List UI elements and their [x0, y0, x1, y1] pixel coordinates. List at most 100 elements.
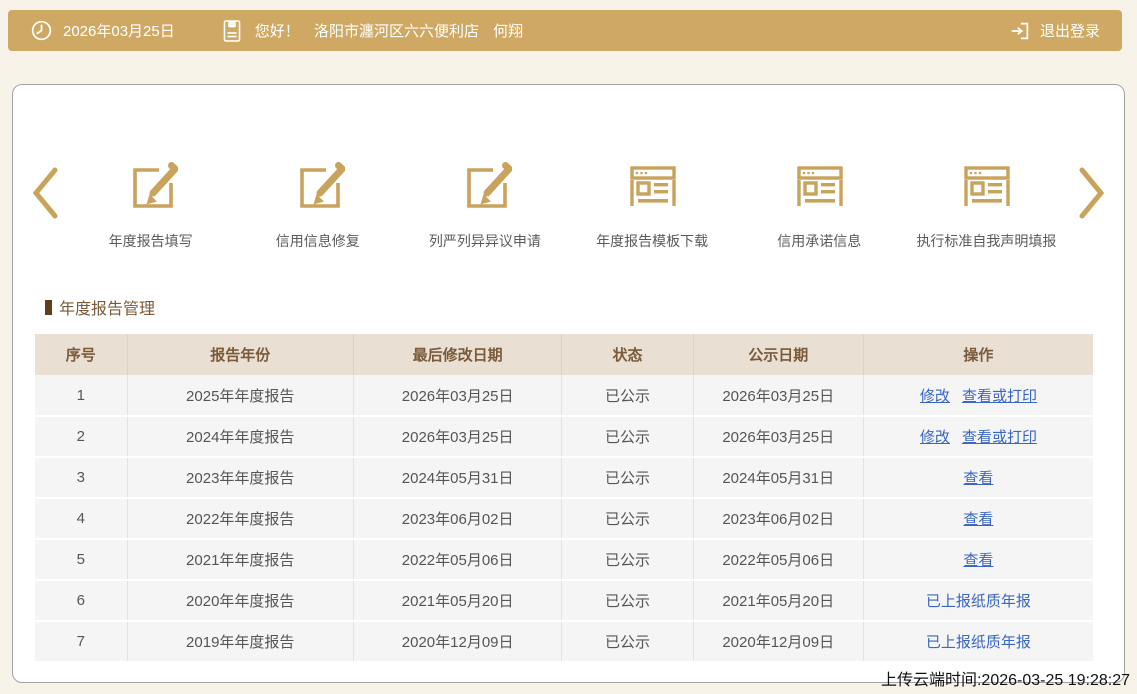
paper-report-note: 已上报纸质年报: [926, 593, 1031, 610]
table-row: 1 2025年年度报告 2026年03月25日 已公示 2026年03月25日 …: [35, 375, 1093, 416]
section-title: 年度报告管理: [45, 295, 1124, 319]
section-title-text: 年度报告管理: [59, 295, 155, 319]
view-link[interactable]: 查看: [963, 511, 993, 528]
logout-icon: [1009, 20, 1031, 42]
cell-published: 2020年12月09日: [693, 621, 863, 662]
header-published: 公示日期: [693, 334, 863, 375]
cell-published: 2023年06月02日: [693, 498, 863, 539]
shortcut-template-download[interactable]: 年度报告模板下载: [569, 159, 736, 251]
cell-modified: 2024年05月31日: [353, 457, 561, 498]
table-row: 3 2023年年度报告 2024年05月31日 已公示 2024年05月31日 …: [35, 457, 1093, 498]
annual-report-table: 序号 报告年份 最后修改日期 状态 公示日期 操作 1 2025年年度报告 20…: [35, 334, 1093, 663]
greeting-text: 您好！ 洛阳市瀍河区六六便利店 何翔: [255, 20, 533, 41]
view-link[interactable]: 查看: [963, 552, 993, 569]
carousel-next-button[interactable]: [1070, 165, 1114, 221]
cell-modified: 2026年03月25日: [353, 375, 561, 416]
shortcut-label: 信用信息修复: [276, 231, 360, 251]
template-icon: [959, 159, 1013, 213]
shortcut-credit-repair[interactable]: 信用信息修复: [234, 159, 401, 251]
table-row: 5 2021年年度报告 2022年05月06日 已公示 2022年05月06日 …: [35, 539, 1093, 580]
paper-report-note: 已上报纸质年报: [926, 634, 1031, 651]
cell-modified: 2026年03月25日: [353, 416, 561, 457]
cell-modified: 2023年06月02日: [353, 498, 561, 539]
cell-actions: 查看: [863, 498, 1093, 539]
cell-year: 2025年年度报告: [127, 375, 353, 416]
function-carousel: 年度报告填写 信用信息修复 列严列异异议申请: [23, 159, 1114, 251]
cell-seq: 5: [35, 539, 127, 580]
cell-seq: 7: [35, 621, 127, 662]
edit-icon: [124, 159, 178, 213]
cell-actions: 已上报纸质年报: [863, 621, 1093, 662]
cell-year: 2022年年度报告: [127, 498, 353, 539]
cell-status: 已公示: [562, 375, 693, 416]
shortcut-label: 年度报告填写: [109, 231, 193, 251]
shortcut-label: 列严列异异议申请: [429, 231, 541, 251]
cell-year: 2023年年度报告: [127, 457, 353, 498]
cell-year: 2020年年度报告: [127, 580, 353, 621]
cell-published: 2021年05月20日: [693, 580, 863, 621]
table-header-row: 序号 报告年份 最后修改日期 状态 公示日期 操作: [35, 334, 1093, 375]
cell-seq: 2: [35, 416, 127, 457]
edit-icon: [291, 159, 345, 213]
id-badge-icon: [221, 19, 243, 43]
cell-year: 2021年年度报告: [127, 539, 353, 580]
cell-status: 已公示: [562, 539, 693, 580]
cell-status: 已公示: [562, 416, 693, 457]
cell-status: 已公示: [562, 498, 693, 539]
header-actions: 操作: [863, 334, 1093, 375]
cell-seq: 4: [35, 498, 127, 539]
section-title-marker: [45, 300, 52, 315]
logout-button[interactable]: 退出登录: [1009, 20, 1100, 42]
annual-report-page: { "topbar": { "date": "2026年03月25日", "gr…: [0, 0, 1137, 694]
header-modified: 最后修改日期: [353, 334, 561, 375]
cell-modified: 2020年12月09日: [353, 621, 561, 662]
cell-actions: 查看: [863, 539, 1093, 580]
cell-seq: 1: [35, 375, 127, 416]
clock-icon: [30, 19, 53, 42]
shortcut-annual-report-fill[interactable]: 年度报告填写: [67, 159, 234, 251]
header-status: 状态: [562, 334, 693, 375]
cell-published: 2022年05月06日: [693, 539, 863, 580]
table-row: 2 2024年年度报告 2026年03月25日 已公示 2026年03月25日 …: [35, 416, 1093, 457]
shortcut-credit-commitment[interactable]: 信用承诺信息: [736, 159, 903, 251]
view-link[interactable]: 查看: [963, 470, 993, 487]
modify-link[interactable]: 修改: [920, 429, 950, 446]
user-name: 何翔: [493, 23, 523, 40]
modify-link[interactable]: 修改: [920, 388, 950, 405]
table-row: 7 2019年年度报告 2020年12月09日 已公示 2020年12月09日 …: [35, 621, 1093, 662]
carousel-prev-button[interactable]: [23, 165, 67, 221]
cell-modified: 2022年05月06日: [353, 539, 561, 580]
date-group: 2026年03月25日: [30, 19, 175, 42]
shortcut-standard-self-declaration[interactable]: 执行标准自我声明填报: [903, 159, 1070, 251]
upload-time-text: 上传云端时间:2026-03-25 19:28:27: [881, 666, 1130, 690]
logout-label: 退出登录: [1040, 20, 1100, 41]
cell-status: 已公示: [562, 457, 693, 498]
cell-actions: 已上报纸质年报: [863, 580, 1093, 621]
cell-modified: 2021年05月20日: [353, 580, 561, 621]
shortcut-objection-apply[interactable]: 列严列异异议申请: [401, 159, 568, 251]
template-icon: [625, 159, 679, 213]
shortcut-label: 执行标准自我声明填报: [916, 231, 1056, 251]
company-name: 洛阳市瀍河区六六便利店: [314, 23, 479, 40]
cell-actions: 修改查看或打印: [863, 416, 1093, 457]
edit-icon: [458, 159, 512, 213]
cell-actions: 查看: [863, 457, 1093, 498]
greeting-prefix: 您好！: [255, 23, 300, 40]
cell-seq: 6: [35, 580, 127, 621]
table-row: 6 2020年年度报告 2021年05月20日 已公示 2021年05月20日 …: [35, 580, 1093, 621]
cell-year: 2024年年度报告: [127, 416, 353, 457]
cell-status: 已公示: [562, 580, 693, 621]
shortcut-label: 信用承诺信息: [777, 231, 861, 251]
current-date: 2026年03月25日: [63, 20, 175, 41]
top-bar: 2026年03月25日 您好！ 洛阳市瀍河区六六便利店 何翔 退出登: [8, 10, 1122, 51]
cell-published: 2026年03月25日: [693, 375, 863, 416]
view-or-print-link[interactable]: 查看或打印: [962, 429, 1037, 446]
shortcut-label: 年度报告模板下载: [596, 231, 708, 251]
cell-seq: 3: [35, 457, 127, 498]
cell-status: 已公示: [562, 621, 693, 662]
header-year: 报告年份: [127, 334, 353, 375]
cell-actions: 修改查看或打印: [863, 375, 1093, 416]
cell-published: 2026年03月25日: [693, 416, 863, 457]
view-or-print-link[interactable]: 查看或打印: [962, 388, 1037, 405]
cell-year: 2019年年度报告: [127, 621, 353, 662]
